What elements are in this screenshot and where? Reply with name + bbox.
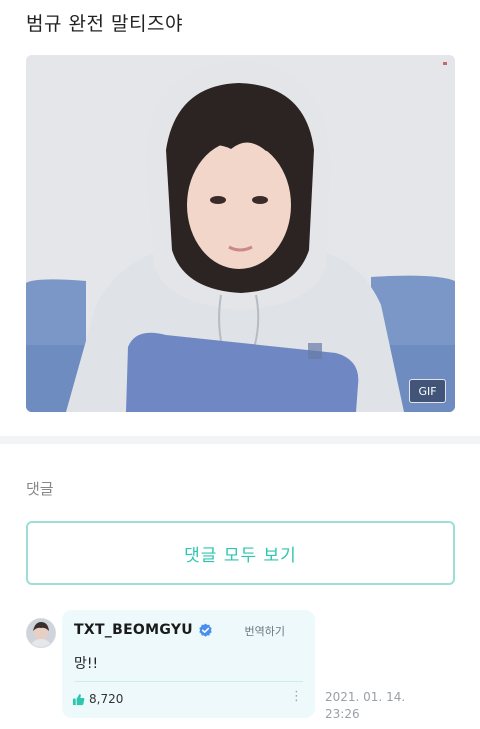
more-options-icon[interactable]: ⋮ bbox=[290, 690, 303, 703]
comment-divider bbox=[74, 681, 303, 682]
comment-text: 망!! bbox=[74, 656, 99, 672]
image-corner-mark bbox=[443, 62, 447, 65]
like-button[interactable]: 8,720 bbox=[72, 692, 123, 706]
photo-illustration bbox=[26, 55, 455, 412]
comment-author[interactable]: TXT_BEOMGYU bbox=[74, 622, 213, 638]
verified-badge-icon bbox=[199, 623, 212, 637]
view-all-comments-button[interactable]: 댓글 모두 보기 bbox=[26, 521, 455, 585]
post-title: 범규 완전 말티즈야 bbox=[26, 13, 183, 35]
translate-button[interactable]: 번역하기 bbox=[245, 623, 285, 639]
gif-badge: GIF bbox=[409, 379, 446, 403]
comments-heading: 댓글 bbox=[26, 480, 54, 498]
comment-date: 2021. 01. 14. bbox=[325, 690, 406, 704]
comment-author-name[interactable]: TXT_BEOMGYU bbox=[74, 622, 193, 638]
section-divider bbox=[0, 436, 480, 444]
post-image[interactable]: GIF bbox=[26, 55, 455, 412]
comment-bubble: TXT_BEOMGYU 번역하기 망!! 8,720 ⋮ bbox=[62, 610, 315, 718]
comment-timestamp: 2021. 01. 14. 23:26 bbox=[325, 689, 405, 723]
thumbs-up-icon bbox=[72, 693, 85, 705]
comment-time: 23:26 bbox=[325, 707, 360, 721]
avatar[interactable] bbox=[26, 618, 56, 648]
like-count: 8,720 bbox=[89, 692, 124, 706]
avatar-image bbox=[27, 619, 55, 647]
